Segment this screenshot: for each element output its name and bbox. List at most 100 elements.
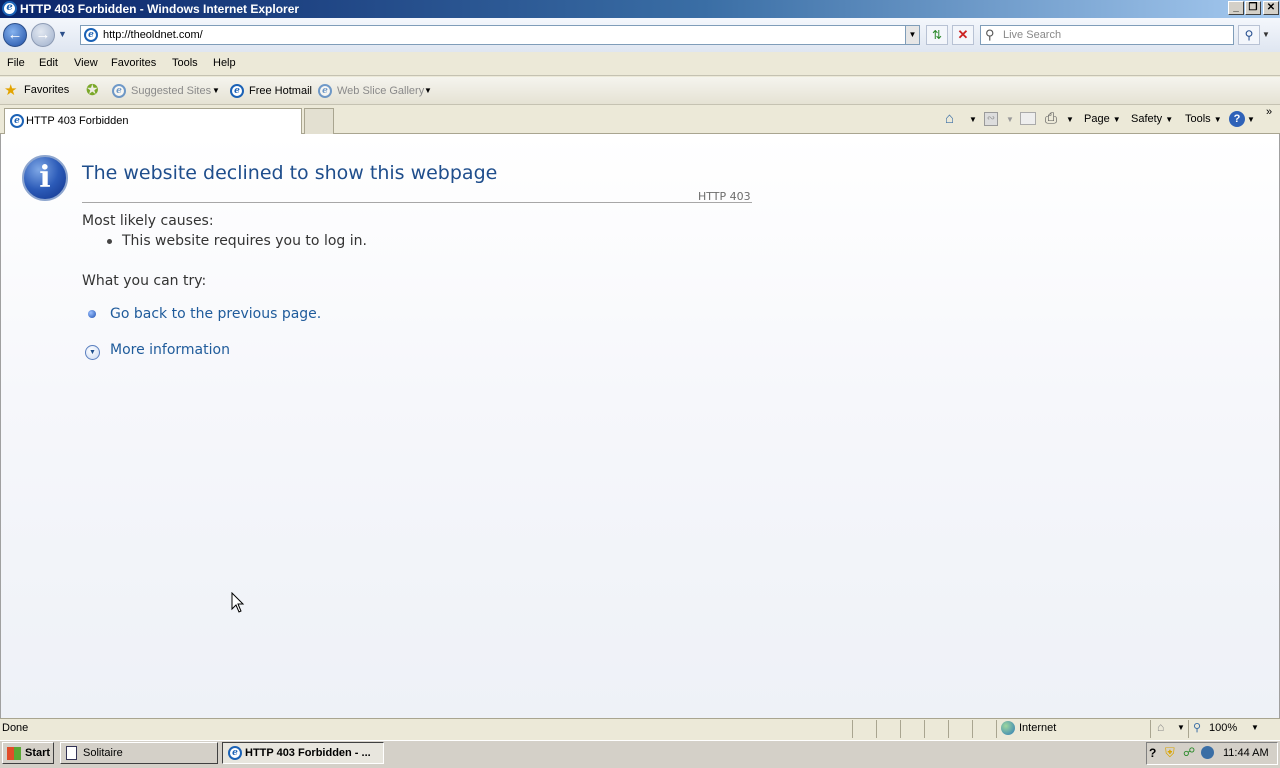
help-button[interactable]: ? [1229, 111, 1245, 127]
help-icon: ? [1233, 113, 1241, 125]
menu-edit[interactable]: Edit [39, 57, 58, 69]
tab-http-403-forbidden[interactable]: e HTTP 403 Forbidden [4, 108, 302, 134]
update-icon[interactable] [1201, 746, 1214, 759]
new-tab-button[interactable] [304, 108, 334, 134]
chevron-down-icon: ▼ [1213, 115, 1222, 124]
add-to-favorites-bar-button[interactable]: ✪ [86, 81, 99, 99]
free-hotmail-link[interactable]: e Free Hotmail [230, 84, 312, 100]
expand-icon[interactable]: ▼ [85, 345, 100, 360]
security-shield-icon[interactable]: ⛨ [1165, 745, 1175, 761]
status-pane [876, 720, 900, 738]
causes-label: Most likely causes: [82, 213, 214, 229]
mouse-cursor [231, 591, 245, 614]
page-menu-label: Page [1084, 113, 1110, 125]
zoom-control[interactable]: ⚲ 100% ▼ [1188, 720, 1262, 738]
status-pane [924, 720, 948, 738]
forward-button[interactable]: → [31, 23, 55, 47]
safety-menu[interactable]: Safety ▼ [1131, 113, 1173, 125]
search-input[interactable]: Live Search [1003, 29, 1061, 41]
windows-flag-icon [7, 747, 21, 760]
menu-file[interactable]: File [7, 57, 25, 69]
search-options-dropdown[interactable]: ▼ [1262, 25, 1274, 45]
home-icon: ⌂ [945, 110, 955, 127]
refresh-button[interactable]: ⇅ [926, 25, 948, 45]
toolbar-overflow-chevron[interactable]: » [1266, 106, 1272, 118]
protected-mode-button[interactable]: ⌂ ▼ [1150, 720, 1186, 738]
stop-button[interactable]: ✕ [952, 25, 974, 45]
security-zone[interactable]: Internet [996, 720, 1148, 738]
menu-tools[interactable]: Tools [172, 57, 198, 69]
status-pane [900, 720, 924, 738]
chevron-down-icon: ▼ [1165, 115, 1174, 124]
zone-label: Internet [1019, 722, 1057, 734]
chevron-down-icon: ▼ [1112, 115, 1121, 124]
bullet-icon [88, 310, 96, 318]
web-slice-gallery-link[interactable]: e Web Slice Gallery ▼ [318, 84, 434, 100]
tab-title: HTTP 403 Forbidden [26, 115, 129, 127]
bullet-icon [107, 239, 112, 244]
more-information-link[interactable]: More information [110, 342, 230, 358]
menu-view[interactable]: View [74, 57, 98, 69]
safety-menu-label: Safety [1131, 113, 1163, 125]
search-provider-icon: ⚲ [985, 27, 995, 42]
free-hotmail-label: Free Hotmail [249, 85, 312, 97]
search-button[interactable]: ⚲ [1238, 25, 1260, 45]
minimize-button[interactable]: _ [1228, 1, 1244, 15]
tools-menu[interactable]: Tools ▼ [1185, 113, 1222, 125]
network-icon[interactable]: ☍ [1183, 745, 1195, 759]
back-button[interactable]: ← [3, 23, 27, 47]
home-dropdown[interactable]: ▼ [969, 115, 977, 124]
menu-help[interactable]: Help [213, 57, 236, 69]
ie-task-label: HTTP 403 Forbidden - ... [245, 747, 371, 759]
info-icon: i [22, 155, 68, 201]
taskbar-solitaire[interactable]: Solitaire [60, 742, 218, 764]
taskbar-internet-explorer[interactable]: e HTTP 403 Forbidden - ... [222, 742, 384, 764]
search-box[interactable]: ⚲ Live Search [980, 25, 1234, 45]
print-icon: ⎙ [1045, 110, 1058, 127]
read-mail-button[interactable] [1020, 112, 1036, 125]
address-dropdown-button[interactable]: ▼ [905, 26, 919, 44]
zoom-icon: ⚲ [1193, 722, 1202, 734]
maximize-button[interactable]: ❐ [1245, 1, 1261, 15]
page-menu[interactable]: Page ▼ [1084, 113, 1121, 125]
address-bar[interactable]: e http://theoldnet.com/ ▼ [80, 25, 920, 45]
feeds-dropdown[interactable]: ▼ [1006, 115, 1014, 124]
start-button[interactable]: Start [2, 742, 54, 764]
star-icon: ★ [4, 82, 18, 99]
favorites-label: Favorites [24, 84, 70, 96]
solitaire-icon [66, 746, 77, 760]
chevron-down-icon: ▼ [212, 86, 220, 95]
menu-favorites[interactable]: Favorites [111, 57, 156, 69]
cause-item: This website requires you to log in. [122, 233, 367, 249]
globe-icon [1001, 721, 1015, 735]
status-pane [972, 720, 996, 738]
home-button[interactable]: ⌂ [945, 110, 954, 127]
suggested-sites-label: Suggested Sites [131, 85, 212, 97]
feeds-icon: ∾ [986, 113, 996, 124]
print-button[interactable]: ⎙ [1045, 110, 1057, 127]
home-icon: ⌂ [1157, 720, 1165, 734]
page-title: The website declined to show this webpag… [82, 162, 498, 184]
help-tray-icon[interactable]: ? [1149, 746, 1156, 760]
page-icon: e [84, 28, 98, 42]
suggested-sites-link[interactable]: e Suggested Sites ▼ [112, 84, 220, 100]
window-title: HTTP 403 Forbidden - Windows Internet Ex… [20, 2, 300, 16]
ie-icon: e [230, 84, 244, 98]
ie-icon: e [2, 1, 17, 16]
chevron-down-icon: ▼ [424, 86, 432, 95]
search-icon: ⚲ [1244, 28, 1254, 42]
recent-pages-dropdown[interactable]: ▼ [58, 29, 70, 41]
ie-icon: e [228, 746, 242, 760]
chevron-down-icon: ▼ [1177, 723, 1185, 732]
close-button[interactable]: ✕ [1263, 1, 1279, 15]
refresh-icon: ⇅ [931, 28, 943, 42]
ie-icon: e [112, 84, 126, 98]
print-dropdown[interactable]: ▼ [1066, 115, 1074, 124]
help-dropdown[interactable]: ▼ [1247, 115, 1255, 124]
ie-icon: e [318, 84, 332, 98]
status-pane [852, 720, 876, 738]
tools-menu-label: Tools [1185, 113, 1211, 125]
feeds-button[interactable]: ∾ [984, 112, 998, 126]
status-text: Done [2, 722, 29, 734]
go-back-link[interactable]: Go back to the previous page. [110, 306, 321, 322]
